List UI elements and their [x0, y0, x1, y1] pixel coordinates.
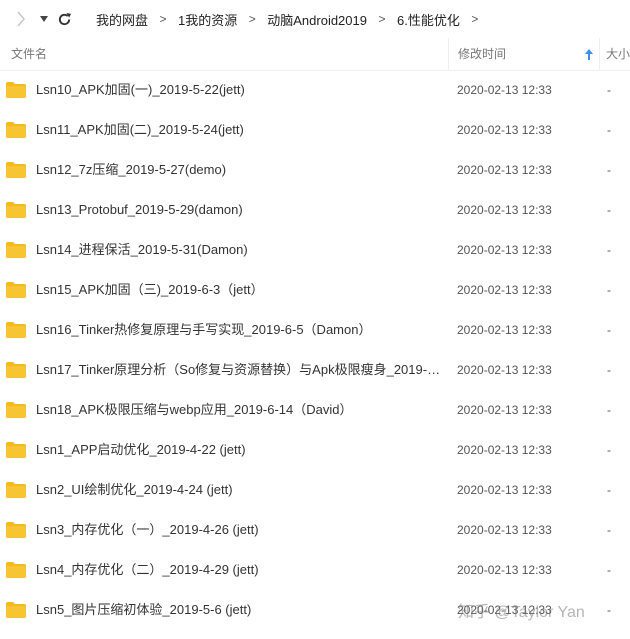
file-modified: 2020-02-13 12:33	[457, 603, 552, 617]
file-name[interactable]: Lsn17_Tinker原理分析（So修复与资源替换）与Apk极限瘦身_2019…	[36, 350, 441, 390]
toolbar: 我的网盘 > 1我的资源 > 动脑Android2019 > 6.性能优化 >	[0, 0, 630, 38]
file-name[interactable]: Lsn14_进程保活_2019-5-31(Damon)	[36, 230, 441, 270]
file-modified: 2020-02-13 12:33	[457, 283, 552, 297]
folder-icon	[6, 482, 26, 498]
file-row[interactable]: Lsn12_7z压缩_2019-5-27(demo) 2020-02-13 12:…	[0, 150, 630, 190]
folder-icon	[6, 122, 26, 138]
file-size: -	[607, 203, 611, 217]
file-size: -	[607, 403, 611, 417]
file-size: -	[607, 83, 611, 97]
breadcrumb-item[interactable]: 动脑Android2019	[267, 10, 367, 29]
file-modified: 2020-02-13 12:33	[457, 323, 552, 337]
file-row[interactable]: Lsn16_Tinker热修复原理与手写实现_2019-6-5（Damon） 20…	[0, 310, 630, 350]
folder-icon	[6, 82, 26, 98]
file-row[interactable]: Lsn3_内存优化（一）_2019-4-26 (jett) 2020-02-13 …	[0, 510, 630, 550]
file-modified: 2020-02-13 12:33	[457, 403, 552, 417]
refresh-icon[interactable]	[54, 9, 74, 29]
file-size: -	[607, 123, 611, 137]
file-modified: 2020-02-13 12:33	[457, 443, 552, 457]
folder-icon	[6, 562, 26, 578]
breadcrumb-item[interactable]: 我的网盘	[96, 10, 148, 29]
file-row[interactable]: Lsn10_APK加固(一)_2019-5-22(jett) 2020-02-13…	[0, 70, 630, 110]
folder-icon	[6, 202, 26, 218]
folder-icon	[6, 522, 26, 538]
file-modified: 2020-02-13 12:33	[457, 563, 552, 577]
folder-icon	[6, 602, 26, 618]
file-size: -	[607, 363, 611, 377]
file-name[interactable]: Lsn5_图片压缩初体验_2019-5-6 (jett)	[36, 590, 441, 630]
file-modified: 2020-02-13 12:33	[457, 83, 552, 97]
folder-icon	[6, 322, 26, 338]
file-row[interactable]: Lsn13_Protobuf_2019-5-29(damon) 2020-02-1…	[0, 190, 630, 230]
column-header-modified-label: 修改时间	[458, 47, 507, 61]
file-modified: 2020-02-13 12:33	[457, 523, 552, 537]
folder-icon	[6, 362, 26, 378]
file-name[interactable]: Lsn1_APP启动优化_2019-4-22 (jett)	[36, 430, 441, 470]
file-name[interactable]: Lsn16_Tinker热修复原理与手写实现_2019-6-5（Damon）	[36, 310, 441, 350]
file-name[interactable]: Lsn13_Protobuf_2019-5-29(damon)	[36, 190, 441, 230]
file-row[interactable]: Lsn4_内存优化（二）_2019-4-29 (jett) 2020-02-13 …	[0, 550, 630, 590]
file-row[interactable]: Lsn17_Tinker原理分析（So修复与资源替换）与Apk极限瘦身_2019…	[0, 350, 630, 390]
file-row[interactable]: Lsn5_图片压缩初体验_2019-5-6 (jett) 2020-02-13 1…	[0, 590, 630, 630]
file-list: Lsn10_APK加固(一)_2019-5-22(jett) 2020-02-13…	[0, 70, 630, 630]
folder-icon	[6, 402, 26, 418]
file-size: -	[607, 323, 611, 337]
file-size: -	[607, 603, 611, 617]
breadcrumb-separator: >	[159, 12, 167, 26]
file-name[interactable]: Lsn15_APK加固（三)_2019-6-3（jett）	[36, 270, 441, 310]
breadcrumb-separator: >	[378, 12, 386, 26]
file-size: -	[607, 483, 611, 497]
file-name[interactable]: Lsn12_7z压缩_2019-5-27(demo)	[36, 150, 441, 190]
file-modified: 2020-02-13 12:33	[457, 123, 552, 137]
breadcrumb-separator: >	[471, 12, 479, 26]
folder-icon	[6, 282, 26, 298]
file-modified: 2020-02-13 12:33	[457, 363, 552, 377]
breadcrumb: 我的网盘 > 1我的资源 > 动脑Android2019 > 6.性能优化 >	[96, 0, 490, 38]
folder-icon	[6, 242, 26, 258]
file-size: -	[607, 523, 611, 537]
file-name[interactable]: Lsn10_APK加固(一)_2019-5-22(jett)	[36, 70, 441, 110]
file-name[interactable]: Lsn3_内存优化（一）_2019-4-26 (jett)	[36, 510, 441, 550]
file-row[interactable]: Lsn18_APK极限压缩与webp应用_2019-6-14（David） 202…	[0, 390, 630, 430]
column-header-modified[interactable]: 修改时间	[448, 38, 600, 70]
file-row[interactable]: Lsn11_APK加固(二)_2019-5-24(jett) 2020-02-13…	[0, 110, 630, 150]
file-name[interactable]: Lsn18_APK极限压缩与webp应用_2019-6-14（David）	[36, 390, 441, 430]
file-name[interactable]: Lsn11_APK加固(二)_2019-5-24(jett)	[36, 110, 441, 150]
file-modified: 2020-02-13 12:33	[457, 203, 552, 217]
file-list-header: 文件名 修改时间 大小	[0, 38, 630, 71]
column-header-name[interactable]: 文件名	[11, 38, 47, 70]
folder-icon	[6, 162, 26, 178]
folder-icon	[6, 442, 26, 458]
file-row[interactable]: Lsn1_APP启动优化_2019-4-22 (jett) 2020-02-13 …	[0, 430, 630, 470]
file-size: -	[607, 443, 611, 457]
sort-ascending-icon[interactable]	[585, 38, 593, 70]
file-row[interactable]: Lsn14_进程保活_2019-5-31(Damon) 2020-02-13 12…	[0, 230, 630, 270]
breadcrumb-separator: >	[248, 12, 256, 26]
file-size: -	[607, 243, 611, 257]
file-name[interactable]: Lsn2_UI绘制优化_2019-4-24 (jett)	[36, 470, 441, 510]
column-header-size[interactable]: 大小	[606, 38, 630, 70]
back-arrow-icon[interactable]	[11, 9, 31, 29]
file-size: -	[607, 563, 611, 577]
dropdown-caret-icon[interactable]	[34, 9, 54, 29]
file-row[interactable]: Lsn15_APK加固（三)_2019-6-3（jett） 2020-02-13 …	[0, 270, 630, 310]
breadcrumb-item[interactable]: 1我的资源	[178, 10, 237, 29]
file-size: -	[607, 163, 611, 177]
file-row[interactable]: Lsn2_UI绘制优化_2019-4-24 (jett) 2020-02-13 1…	[0, 470, 630, 510]
file-modified: 2020-02-13 12:33	[457, 163, 552, 177]
file-size: -	[607, 283, 611, 297]
file-modified: 2020-02-13 12:33	[457, 243, 552, 257]
file-name[interactable]: Lsn4_内存优化（二）_2019-4-29 (jett)	[36, 550, 441, 590]
file-modified: 2020-02-13 12:33	[457, 483, 552, 497]
breadcrumb-item[interactable]: 6.性能优化	[397, 10, 460, 29]
